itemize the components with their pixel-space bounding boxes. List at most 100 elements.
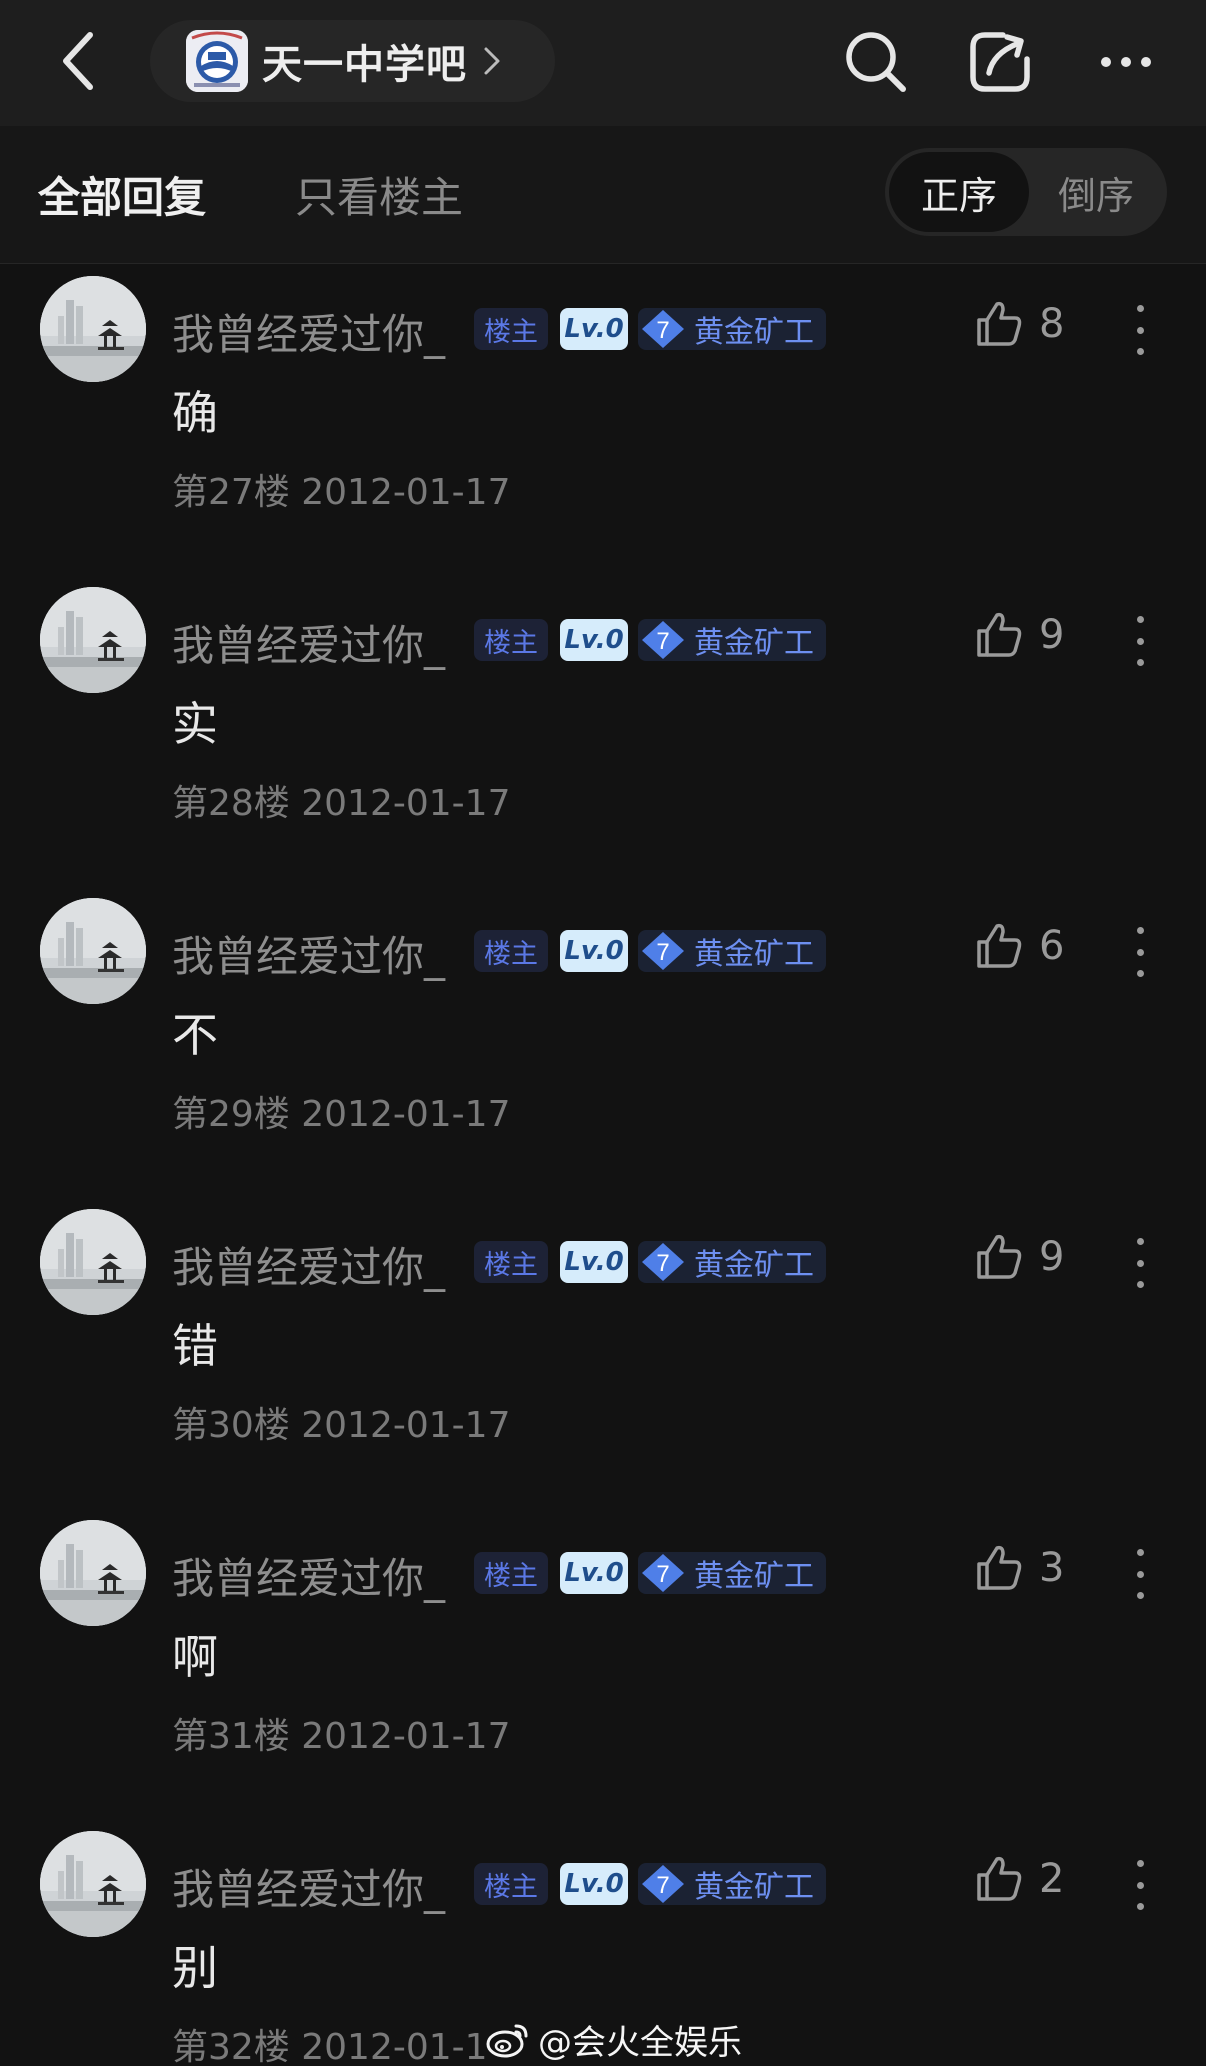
- reply-more-button[interactable]: [1120, 927, 1160, 977]
- more-vertical-icon: [1136, 1238, 1144, 1245]
- level-badge: Lv.0: [560, 308, 628, 350]
- svg-text:7: 7: [656, 939, 669, 966]
- diamond-icon: 7: [638, 308, 688, 350]
- op-badge: 楼主: [474, 619, 548, 661]
- thumbs-up-icon: [977, 1545, 1022, 1590]
- op-badge: 楼主: [474, 308, 548, 350]
- rank-badge[interactable]: 7 黄金矿工: [638, 619, 826, 661]
- svg-text:7: 7: [656, 1872, 669, 1899]
- back-icon: [63, 32, 93, 90]
- level-badge: Lv.0: [560, 619, 628, 661]
- op-badge: 楼主: [474, 930, 548, 972]
- chevron-right-icon: [483, 46, 501, 76]
- avatar[interactable]: [40, 587, 146, 693]
- sort-descending-button[interactable]: 倒序: [1029, 152, 1163, 232]
- badge-group: 楼主 Lv.0 7 黄金矿工: [474, 619, 826, 661]
- diamond-icon: 7: [638, 930, 688, 972]
- op-badge: 楼主: [474, 1241, 548, 1283]
- floor-and-date: 第28楼 2012-01-17: [172, 783, 511, 824]
- author-name[interactable]: 我曾经爱过你_: [172, 301, 445, 362]
- reply-filter-bar: 全部回复 只看楼主 正序 倒序: [0, 126, 1206, 264]
- watermark: @会火全娱乐: [486, 2018, 742, 2063]
- rank-badge[interactable]: 7 黄金矿工: [638, 308, 826, 350]
- reply-more-button[interactable]: [1120, 1549, 1160, 1599]
- rank-title: 黄金矿工: [694, 1870, 814, 1905]
- like-button[interactable]: 6: [975, 921, 1064, 971]
- floor-and-date: 第32楼 2012-01-1: [172, 2027, 488, 2066]
- floor-and-date: 第27楼 2012-01-17: [172, 472, 511, 513]
- avatar[interactable]: [40, 276, 146, 382]
- thumbs-up-icon: [977, 923, 1022, 968]
- avatar[interactable]: [40, 1209, 146, 1315]
- forum-logo: [186, 30, 248, 92]
- badge-group: 楼主 Lv.0 7 黄金矿工: [474, 308, 826, 350]
- level-badge: Lv.0: [560, 930, 628, 972]
- thumbs-up-icon: [977, 612, 1022, 657]
- badge-group: 楼主 Lv.0 7 黄金矿工: [474, 1241, 826, 1283]
- like-count: 9: [1039, 1234, 1065, 1280]
- weibo-icon: [486, 2024, 528, 2058]
- rank-badge[interactable]: 7 黄金矿工: [638, 1863, 826, 1905]
- author-name[interactable]: 我曾经爱过你_: [172, 612, 445, 673]
- reply-more-button[interactable]: [1120, 305, 1160, 355]
- share-button[interactable]: [962, 26, 1038, 98]
- badge-group: 楼主 Lv.0 7 黄金矿工: [474, 1863, 826, 1905]
- search-button[interactable]: [838, 26, 914, 98]
- reply-more-button[interactable]: [1120, 616, 1160, 666]
- more-vertical-icon: [1136, 305, 1144, 312]
- like-count: 9: [1039, 612, 1065, 658]
- reply-more-button[interactable]: [1120, 1860, 1160, 1910]
- like-count: 3: [1039, 1545, 1065, 1591]
- rank-badge[interactable]: 7 黄金矿工: [638, 1552, 826, 1594]
- reply-content: 实: [172, 697, 218, 751]
- diamond-icon: 7: [638, 1552, 688, 1594]
- badge-group: 楼主 Lv.0 7 黄金矿工: [474, 930, 826, 972]
- author-name[interactable]: 我曾经爱过你_: [172, 923, 445, 984]
- rank-title: 黄金矿工: [694, 937, 814, 972]
- sort-ascending-button[interactable]: 正序: [889, 152, 1029, 232]
- reply-content: 确: [172, 386, 218, 440]
- op-badge: 楼主: [474, 1863, 548, 1905]
- author-name[interactable]: 我曾经爱过你_: [172, 1234, 445, 1295]
- reply-content: 不: [172, 1008, 218, 1062]
- author-name[interactable]: 我曾经爱过你_: [172, 1545, 445, 1606]
- rank-title: 黄金矿工: [694, 315, 814, 350]
- op-badge: 楼主: [474, 1552, 548, 1594]
- author-name[interactable]: 我曾经爱过你_: [172, 1856, 445, 1917]
- tab-all-replies[interactable]: 全部回复: [38, 164, 206, 225]
- avatar[interactable]: [40, 898, 146, 1004]
- like-button[interactable]: 9: [975, 1232, 1064, 1282]
- svg-text:7: 7: [656, 317, 669, 344]
- rank-badge[interactable]: 7 黄金矿工: [638, 930, 826, 972]
- svg-text:7: 7: [656, 1250, 669, 1277]
- diamond-icon: 7: [638, 619, 688, 661]
- forum-name: 天一中学吧: [262, 42, 467, 88]
- svg-text:7: 7: [656, 1561, 669, 1588]
- search-icon: [846, 32, 906, 92]
- like-button[interactable]: 9: [975, 610, 1064, 660]
- more-vertical-icon: [1136, 1860, 1144, 1867]
- reply-item: 我曾经爱过你_ 楼主 Lv.0 7 黄金矿工 9: [0, 576, 1206, 887]
- avatar[interactable]: [40, 1520, 146, 1626]
- thumbs-up-icon: [977, 1234, 1022, 1279]
- like-button[interactable]: 2: [975, 1854, 1064, 1904]
- thumbs-up-icon: [977, 301, 1022, 346]
- diamond-icon: 7: [638, 1241, 688, 1283]
- rank-title: 黄金矿工: [694, 1248, 814, 1283]
- forum-entry-button[interactable]: 天一中学吧: [150, 20, 555, 102]
- rank-badge[interactable]: 7 黄金矿工: [638, 1241, 826, 1283]
- back-button[interactable]: [50, 26, 106, 96]
- more-options-button[interactable]: [1088, 26, 1164, 98]
- watermark-text: @会火全娱乐: [538, 2022, 742, 2063]
- level-badge: Lv.0: [560, 1552, 628, 1594]
- badge-group: 楼主 Lv.0 7 黄金矿工: [474, 1552, 826, 1594]
- share-icon: [970, 32, 1030, 92]
- tab-op-only[interactable]: 只看楼主: [295, 164, 463, 225]
- avatar[interactable]: [40, 1831, 146, 1937]
- reply-list: 我曾经爱过你_ 楼主 Lv.0 7 黄金矿工 8 确 第27楼 2012-01-…: [0, 265, 1206, 2066]
- floor-and-date: 第31楼 2012-01-17: [172, 1716, 511, 1757]
- like-button[interactable]: 8: [975, 299, 1064, 349]
- reply-more-button[interactable]: [1120, 1238, 1160, 1288]
- like-button[interactable]: 3: [975, 1543, 1064, 1593]
- more-vertical-icon: [1136, 1549, 1144, 1556]
